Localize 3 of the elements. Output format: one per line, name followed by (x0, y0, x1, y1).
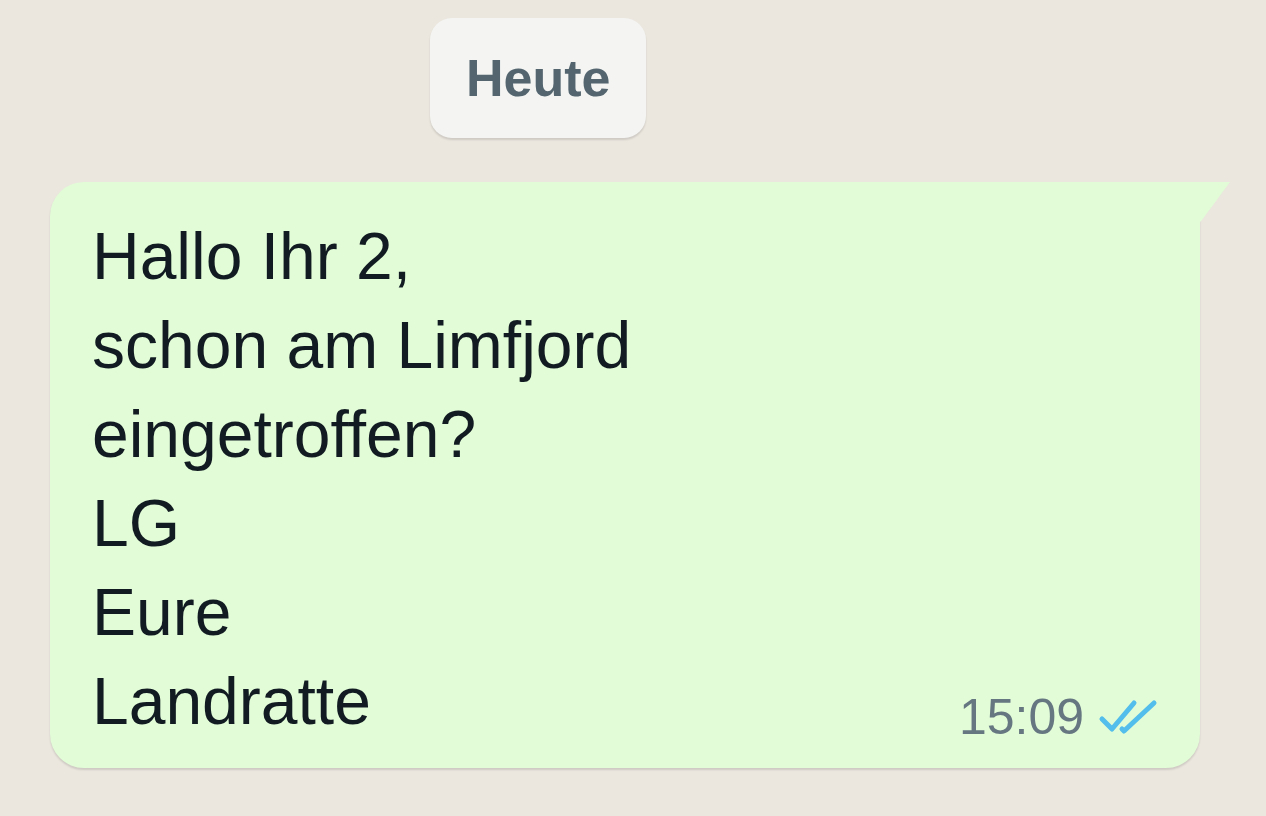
message-time: 15:09 (958, 688, 1084, 746)
date-chip: Heute (430, 18, 647, 138)
message-text: Hallo Ihr 2, schon am Limfjord eingetroffen? LG Eure Landratte (92, 218, 632, 740)
